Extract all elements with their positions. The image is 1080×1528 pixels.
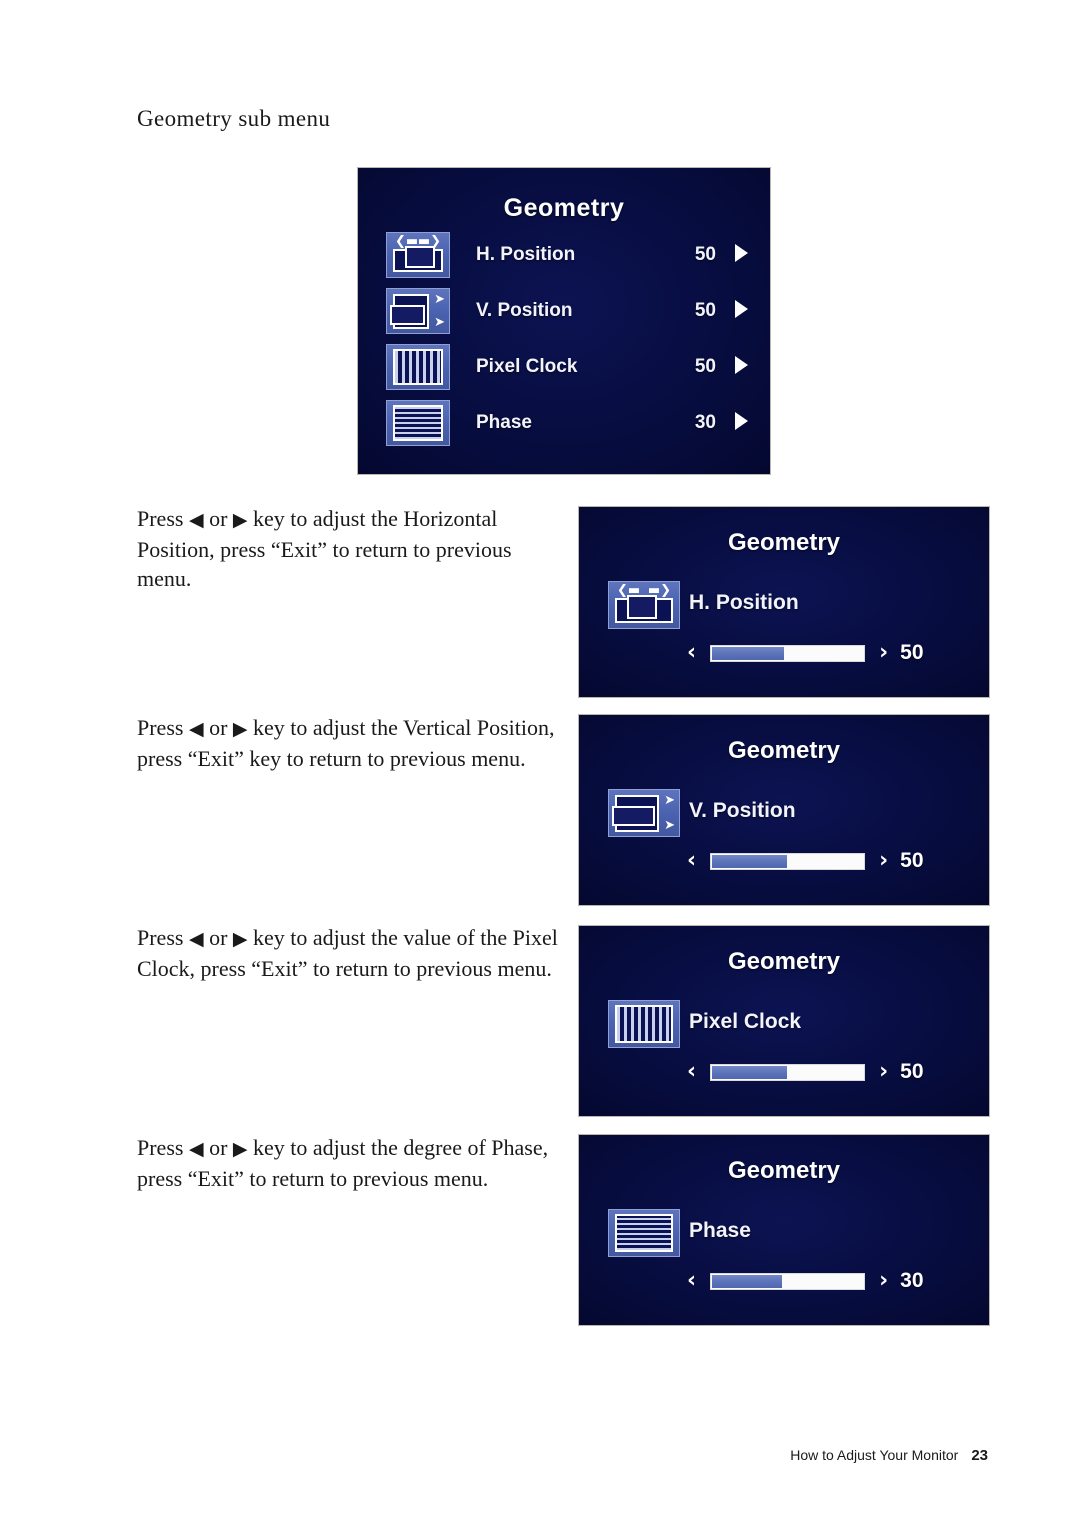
right-key-glyph: ▶ <box>232 718 248 740</box>
chevron-right-icon[interactable]: › <box>879 850 888 872</box>
menu-row-v-position[interactable]: ➤ ➤ V. Position 50 <box>386 286 758 336</box>
slider-row[interactable]: ‹ › 50 <box>687 848 967 874</box>
menu-row-value: 30 <box>694 412 716 433</box>
slider-value: 50 <box>900 1060 924 1083</box>
slider-row[interactable]: ‹ › 50 <box>687 640 967 666</box>
instruction-paragraph-h-position: Press ◀ or ▶ key to adjust the Horizonta… <box>137 504 557 593</box>
paragraph-prefix: Press <box>137 506 189 531</box>
menu-row-label: H. Position <box>476 244 576 265</box>
chevron-left-icon[interactable]: ‹ <box>687 642 696 664</box>
osd-adjust-panel-phase: Geometry Phase ‹ › 30 <box>578 1134 990 1326</box>
slider-track[interactable] <box>710 1063 866 1081</box>
paragraph-middle: or <box>203 715 233 740</box>
osd-panel-title: Geometry <box>727 948 841 975</box>
footer-section-title: How to Adjust Your Monitor <box>790 1447 959 1463</box>
menu-row-value: 50 <box>694 244 716 265</box>
osd-panel-label: Pixel Clock <box>689 1010 802 1033</box>
slider-row[interactable]: ‹ › 30 <box>687 1268 967 1294</box>
slider-track[interactable] <box>710 1272 866 1290</box>
slider-value: 30 <box>900 1269 924 1292</box>
osd-main-menu: Geometry ❮▬ ▬❯ H. Position 50 ➤ ➤ V. Posit… <box>357 167 771 475</box>
osd-panel-title: Geometry <box>727 1157 841 1184</box>
menu-row-pixel-clock[interactable]: Pixel Clock 50 <box>386 342 758 392</box>
osd-menu-title: Geometry <box>503 194 625 222</box>
phase-icon <box>608 1209 680 1257</box>
slider-fill <box>712 646 784 660</box>
menu-row-h-position[interactable]: ❮▬ ▬❯ H. Position 50 <box>386 230 758 280</box>
chevron-right-icon[interactable]: › <box>879 642 888 664</box>
osd-adjust-panel-pixel-clock: Geometry Pixel Clock ‹ › 50 <box>578 925 990 1117</box>
paragraph-prefix: Press <box>137 1135 189 1160</box>
instruction-paragraph-phase: Press ◀ or ▶ key to adjust the degree of… <box>137 1133 565 1193</box>
slider-value: 50 <box>900 641 924 664</box>
right-key-glyph: ▶ <box>232 1138 248 1160</box>
chevron-right-icon[interactable]: › <box>879 1270 888 1292</box>
triangle-right-icon[interactable] <box>724 299 758 323</box>
phase-icon <box>386 400 450 446</box>
h-position-icon: ❮▬ ▬❯ <box>608 581 680 629</box>
menu-row-value: 50 <box>694 300 716 321</box>
pixel-clock-icon <box>608 1000 680 1048</box>
menu-row-label: Pixel Clock <box>476 356 578 377</box>
menu-row-value: 50 <box>694 356 716 377</box>
slider-row[interactable]: ‹ › 50 <box>687 1059 967 1085</box>
right-key-glyph: ▶ <box>232 509 248 531</box>
osd-panel-label: V. Position <box>689 799 796 822</box>
slider-track[interactable] <box>710 852 866 870</box>
pixel-clock-icon <box>386 344 450 390</box>
osd-panel-label: H. Position <box>689 591 799 614</box>
instruction-paragraph-pixel-clock: Press ◀ or ▶ key to adjust the value of … <box>137 923 562 983</box>
paragraph-middle: or <box>203 506 233 531</box>
slider-fill <box>712 854 787 868</box>
h-position-icon: ❮▬ ▬❯ <box>386 232 450 278</box>
paragraph-prefix: Press <box>137 925 189 950</box>
menu-row-phase[interactable]: Phase 30 <box>386 398 758 448</box>
menu-row-label: Phase <box>476 412 532 433</box>
left-key-glyph: ◀ <box>188 1138 204 1160</box>
left-key-glyph: ◀ <box>188 718 204 740</box>
osd-panel-title: Geometry <box>727 737 841 764</box>
triangle-right-icon[interactable] <box>724 355 758 379</box>
right-key-glyph: ▶ <box>232 928 248 950</box>
slider-value: 50 <box>900 849 924 872</box>
paragraph-middle: or <box>203 925 233 950</box>
page-number: 23 <box>971 1447 988 1464</box>
osd-adjust-panel-h-position: Geometry ❮▬ ▬❯ H. Position ‹ › 50 <box>578 506 990 698</box>
chevron-left-icon[interactable]: ‹ <box>687 1061 696 1083</box>
paragraph-prefix: Press <box>137 715 189 740</box>
osd-panel-title: Geometry <box>727 529 841 556</box>
page-title: Geometry sub menu <box>137 106 331 131</box>
v-position-icon: ➤ ➤ <box>608 789 680 837</box>
chevron-left-icon[interactable]: ‹ <box>687 850 696 872</box>
chevron-left-icon[interactable]: ‹ <box>687 1270 696 1292</box>
triangle-right-icon[interactable] <box>724 411 758 435</box>
slider-fill <box>712 1065 787 1079</box>
instruction-paragraph-v-position: Press ◀ or ▶ key to adjust the Vertical … <box>137 713 567 773</box>
chevron-right-icon[interactable]: › <box>879 1061 888 1083</box>
page-footer: How to Adjust Your Monitor 23 <box>790 1447 988 1464</box>
left-key-glyph: ◀ <box>188 509 204 531</box>
triangle-right-icon[interactable] <box>724 243 758 267</box>
slider-fill <box>712 1274 782 1288</box>
osd-panel-label: Phase <box>689 1219 751 1242</box>
osd-adjust-panel-v-position: Geometry ➤ ➤ V. Position ‹ › 50 <box>578 714 990 906</box>
paragraph-middle: or <box>203 1135 233 1160</box>
v-position-icon: ➤ ➤ <box>386 288 450 334</box>
menu-row-label: V. Position <box>476 300 573 321</box>
left-key-glyph: ◀ <box>188 928 204 950</box>
slider-track[interactable] <box>710 644 866 662</box>
